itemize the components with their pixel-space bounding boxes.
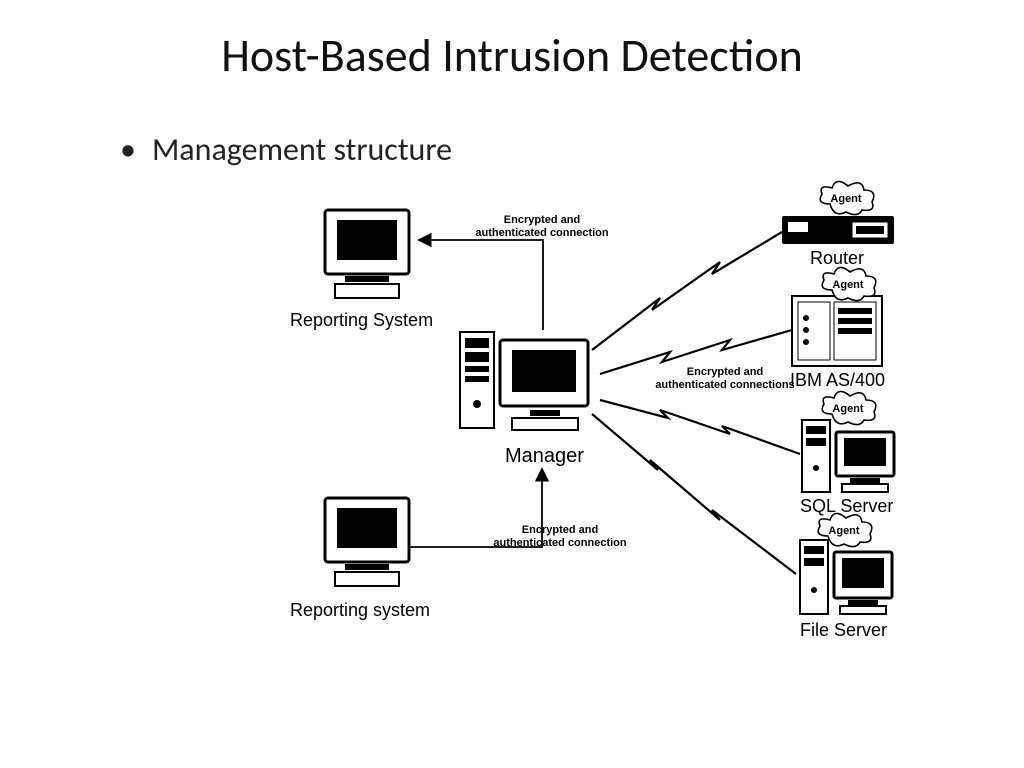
agent-badge-fileserver: Agent xyxy=(818,513,872,546)
slide-bullet: Management structure xyxy=(120,130,452,169)
label-manager: Manager xyxy=(505,445,584,468)
agent-badge-as400: Agent xyxy=(822,267,876,300)
label-as400: IBM AS/400 xyxy=(790,370,885,391)
reporting-system-bottom-icon xyxy=(325,498,409,586)
svg-text:Agent: Agent xyxy=(832,403,864,415)
router-icon xyxy=(782,216,894,244)
edge-manager-reporting-top xyxy=(420,240,543,330)
label-reporting-bottom: Reporting system xyxy=(290,600,430,621)
label-sqlserver: SQL Server xyxy=(800,496,893,517)
agent-badge-router: Agent xyxy=(820,181,874,214)
label-router: Router xyxy=(810,248,864,269)
edge-manager-router xyxy=(592,232,782,350)
agent-badge-sqlserver: Agent xyxy=(822,391,876,424)
edge-label-top: Encrypted andauthenticated connection xyxy=(462,214,622,239)
fileserver-icon xyxy=(800,540,892,614)
edge-label-right: Encrypted andauthenticated connections xyxy=(650,366,800,391)
label-fileserver: File Server xyxy=(800,620,887,641)
reporting-system-top-icon xyxy=(325,210,409,298)
slide-title: Host-Based Intrusion Detection xyxy=(0,28,1024,84)
sqlserver-icon xyxy=(802,420,894,492)
edge-manager-sqlserver xyxy=(600,400,800,454)
svg-text:Agent: Agent xyxy=(828,525,860,537)
svg-text:Agent: Agent xyxy=(830,193,862,205)
manager-icon xyxy=(460,332,588,430)
svg-text:Agent: Agent xyxy=(832,279,864,291)
edge-manager-fileserver xyxy=(592,414,796,574)
label-reporting-top: Reporting System xyxy=(290,310,433,331)
edge-label-bottom: Encrypted andauthenticated connection xyxy=(480,524,640,549)
as400-icon xyxy=(792,296,882,366)
